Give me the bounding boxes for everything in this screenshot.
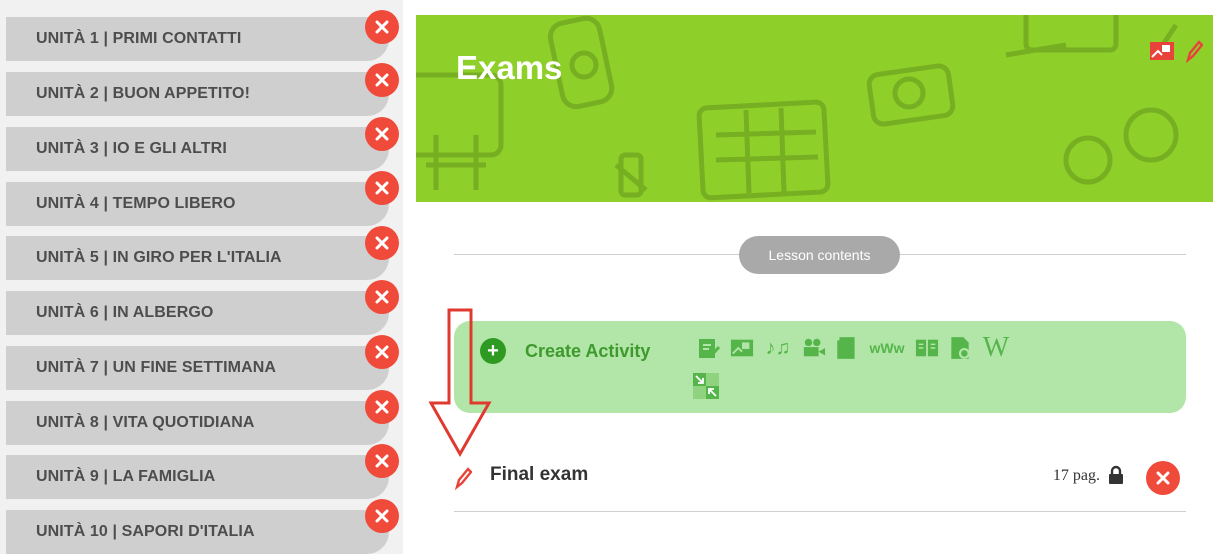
- create-activity-panel: + Create Activity ♪♫ wWw W: [454, 321, 1186, 413]
- lesson-contents-label: Lesson contents: [739, 236, 900, 274]
- sidebar-item-unit-6[interactable]: UNITÀ 6 | IN ALBERGO: [6, 291, 389, 335]
- app: UNITÀ 1 | PRIMI CONTATTI UNITÀ 2 | BUON …: [0, 0, 1213, 554]
- book-icon[interactable]: [915, 335, 939, 361]
- sidebar-item-unit-2[interactable]: UNITÀ 2 | BUON APPETITO!: [6, 72, 389, 116]
- delete-unit-1-button[interactable]: [365, 10, 399, 44]
- close-icon: [375, 290, 389, 304]
- unit-label: UNITÀ 9 | LA FAMIGLIA: [36, 468, 216, 485]
- unit-label: UNITÀ 1 | PRIMI CONTATTI: [36, 30, 242, 47]
- delete-unit-2-button[interactable]: [365, 63, 399, 97]
- unit-label: UNITÀ 5 | IN GIRO PER L'ITALIA: [36, 249, 282, 266]
- close-icon: [375, 73, 389, 87]
- activity-type-icons: ♪♫ wWw W: [697, 332, 1011, 363]
- delete-unit-3-button[interactable]: [365, 117, 399, 151]
- music-note-icon[interactable]: ♪♫: [763, 335, 793, 361]
- unit-label: UNITÀ 6 | IN ALBERGO: [36, 304, 214, 321]
- annotation-arrow-icon: [428, 308, 492, 458]
- unit-label: UNITÀ 3 | IO E GLI ALTRI: [36, 140, 227, 157]
- delete-unit-4-button[interactable]: [365, 171, 399, 205]
- exam-row-divider: [454, 511, 1186, 512]
- close-icon: [375, 345, 389, 359]
- delete-unit-8-button[interactable]: [365, 390, 399, 424]
- unit-label: UNITÀ 10 | SAPORI D'ITALIA: [36, 523, 255, 540]
- www-link-icon[interactable]: wWw: [868, 335, 906, 361]
- delete-unit-7-button[interactable]: [365, 335, 399, 369]
- lesson-banner: Exams: [416, 15, 1213, 202]
- unit-label: UNITÀ 7 | UN FINE SETTIMANA: [36, 359, 277, 376]
- sidebar-item-unit-3[interactable]: UNITÀ 3 | IO E GLI ALTRI: [6, 127, 389, 171]
- banner-pattern: [416, 15, 1179, 201]
- delete-unit-9-button[interactable]: [365, 444, 399, 478]
- sidebar-item-unit-8[interactable]: UNITÀ 8 | VITA QUOTIDIANA: [6, 401, 389, 445]
- close-icon: [375, 181, 389, 195]
- delete-exam-button[interactable]: [1146, 461, 1180, 495]
- close-icon: [375, 20, 389, 34]
- close-icon: [375, 127, 389, 141]
- close-icon: [1156, 471, 1170, 485]
- close-icon: [375, 454, 389, 468]
- close-icon: [375, 400, 389, 414]
- pdf-file-icon[interactable]: [948, 335, 972, 361]
- sidebar-item-unit-1[interactable]: UNITÀ 1 | PRIMI CONTATTI: [6, 17, 389, 61]
- delete-unit-10-button[interactable]: [365, 499, 399, 533]
- close-icon: [375, 509, 389, 523]
- image-gallery-icon[interactable]: [1149, 40, 1175, 62]
- sidebar-item-unit-4[interactable]: UNITÀ 4 | TEMPO LIBERO: [6, 182, 389, 226]
- edit-note-icon[interactable]: [697, 335, 721, 361]
- sidebar-item-unit-7[interactable]: UNITÀ 7 | UN FINE SETTIMANA: [6, 346, 389, 390]
- sidebar-item-unit-9[interactable]: UNITÀ 9 | LA FAMIGLIA: [6, 455, 389, 499]
- create-activity-label[interactable]: Create Activity: [525, 341, 650, 362]
- sidebar-item-unit-5[interactable]: UNITÀ 5 | IN GIRO PER L'ITALIA: [6, 236, 389, 280]
- lesson-panel: Exams Lesson contents + Create Activity: [416, 15, 1213, 554]
- resize-icon[interactable]: [691, 371, 721, 401]
- delete-unit-6-button[interactable]: [365, 280, 399, 314]
- document-icon[interactable]: [835, 335, 859, 361]
- unit-label: UNITÀ 8 | VITA QUOTIDIANA: [36, 414, 255, 431]
- video-camera-icon[interactable]: [802, 335, 826, 361]
- unit-label: UNITÀ 4 | TEMPO LIBERO: [36, 195, 236, 212]
- close-icon: [375, 236, 389, 250]
- sidebar-item-unit-10[interactable]: UNITÀ 10 | SAPORI D'ITALIA: [6, 510, 389, 554]
- delete-unit-5-button[interactable]: [365, 226, 399, 260]
- pencil-icon[interactable]: [454, 465, 472, 491]
- page-title: Exams: [456, 49, 563, 86]
- banner-toolbar: [1149, 39, 1203, 63]
- exam-title[interactable]: Final exam: [490, 464, 588, 486]
- unit-label: UNITÀ 2 | BUON APPETITO!: [36, 85, 251, 102]
- wikipedia-icon[interactable]: W: [981, 332, 1011, 363]
- units-sidebar: UNITÀ 1 | PRIMI CONTATTI UNITÀ 2 | BUON …: [0, 0, 403, 554]
- exam-row[interactable]: Final exam 17 pag.: [454, 455, 1186, 511]
- pencil-icon[interactable]: [1185, 39, 1203, 63]
- exam-page-count: 17 pag.: [1052, 467, 1100, 484]
- image-gallery-icon[interactable]: [730, 335, 754, 361]
- lock-icon[interactable]: [1108, 465, 1124, 485]
